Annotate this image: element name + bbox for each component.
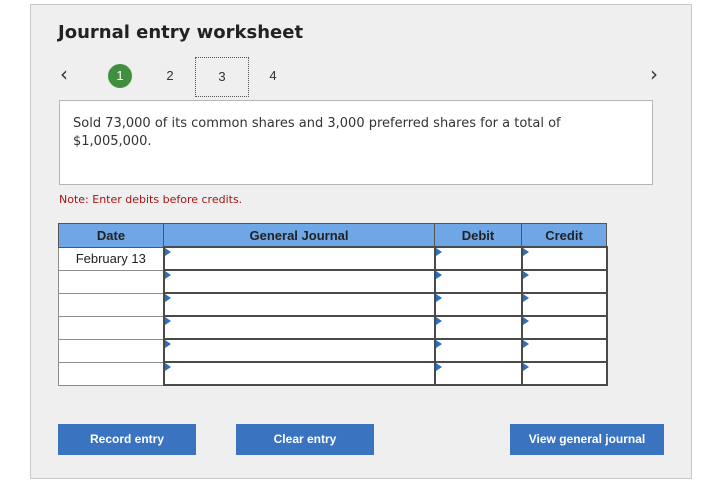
- step-4[interactable]: 4: [261, 64, 285, 88]
- account-cell[interactable]: [162, 338, 436, 363]
- debit-cell[interactable]: [433, 315, 523, 340]
- credit-cell[interactable]: [520, 361, 608, 386]
- account-cell[interactable]: [162, 315, 436, 340]
- credit-cell[interactable]: [520, 315, 608, 340]
- instruction-note: Note: Enter debits before credits.: [59, 193, 243, 206]
- table-row: [58, 338, 608, 363]
- credit-cell[interactable]: [520, 246, 608, 271]
- dropdown-marker-icon: [164, 294, 171, 302]
- dropdown-marker-icon: [522, 317, 529, 325]
- date-cell[interactable]: [58, 292, 164, 317]
- dropdown-marker-icon: [435, 363, 442, 371]
- header-general-journal: General Journal: [163, 223, 435, 248]
- journal-table: Date General Journal Debit Credit Februa…: [58, 223, 608, 386]
- clear-entry-button[interactable]: Clear entry: [236, 424, 374, 455]
- page-title: Journal entry worksheet: [58, 22, 304, 43]
- debit-cell[interactable]: [433, 361, 523, 386]
- chevron-right-icon[interactable]: ›: [650, 64, 658, 84]
- header-credit: Credit: [521, 223, 607, 248]
- dropdown-marker-icon: [435, 340, 442, 348]
- account-cell[interactable]: [162, 292, 436, 317]
- view-general-journal-button[interactable]: View general journal: [510, 424, 664, 455]
- dropdown-marker-icon: [522, 294, 529, 302]
- table-row: [58, 315, 608, 340]
- debit-cell[interactable]: [433, 338, 523, 363]
- account-cell[interactable]: [162, 246, 436, 271]
- dropdown-marker-icon: [164, 317, 171, 325]
- table-row: February 13: [58, 246, 608, 271]
- dropdown-marker-icon: [435, 294, 442, 302]
- date-cell[interactable]: [58, 338, 164, 363]
- table-row: [58, 361, 608, 386]
- credit-cell[interactable]: [520, 338, 608, 363]
- step-2[interactable]: 2: [158, 64, 182, 88]
- header-debit: Debit: [434, 223, 522, 248]
- dropdown-marker-icon: [522, 363, 529, 371]
- record-entry-button[interactable]: Record entry: [58, 424, 196, 455]
- dropdown-marker-icon: [522, 340, 529, 348]
- dropdown-marker-icon: [522, 271, 529, 279]
- dropdown-marker-icon: [164, 271, 171, 279]
- account-cell[interactable]: [162, 269, 436, 294]
- dropdown-marker-icon: [164, 340, 171, 348]
- date-cell[interactable]: February 13: [58, 246, 164, 271]
- debit-cell[interactable]: [433, 269, 523, 294]
- credit-cell[interactable]: [520, 292, 608, 317]
- chevron-left-icon[interactable]: ‹: [60, 64, 68, 84]
- account-cell[interactable]: [162, 361, 436, 386]
- dropdown-marker-icon: [435, 248, 442, 256]
- header-date: Date: [58, 223, 164, 248]
- table-row: [58, 269, 608, 294]
- date-cell[interactable]: [58, 361, 164, 386]
- dropdown-marker-icon: [435, 271, 442, 279]
- step-1[interactable]: 1: [108, 64, 132, 88]
- date-cell[interactable]: [58, 315, 164, 340]
- date-cell[interactable]: [58, 269, 164, 294]
- table-row: [58, 292, 608, 317]
- credit-cell[interactable]: [520, 269, 608, 294]
- dropdown-marker-icon: [164, 363, 171, 371]
- dropdown-marker-icon: [522, 248, 529, 256]
- step-3[interactable]: 3: [195, 57, 249, 97]
- transaction-description: Sold 73,000 of its common shares and 3,0…: [59, 100, 653, 185]
- debit-cell[interactable]: [433, 246, 523, 271]
- dropdown-marker-icon: [435, 317, 442, 325]
- debit-cell[interactable]: [433, 292, 523, 317]
- dropdown-marker-icon: [164, 248, 171, 256]
